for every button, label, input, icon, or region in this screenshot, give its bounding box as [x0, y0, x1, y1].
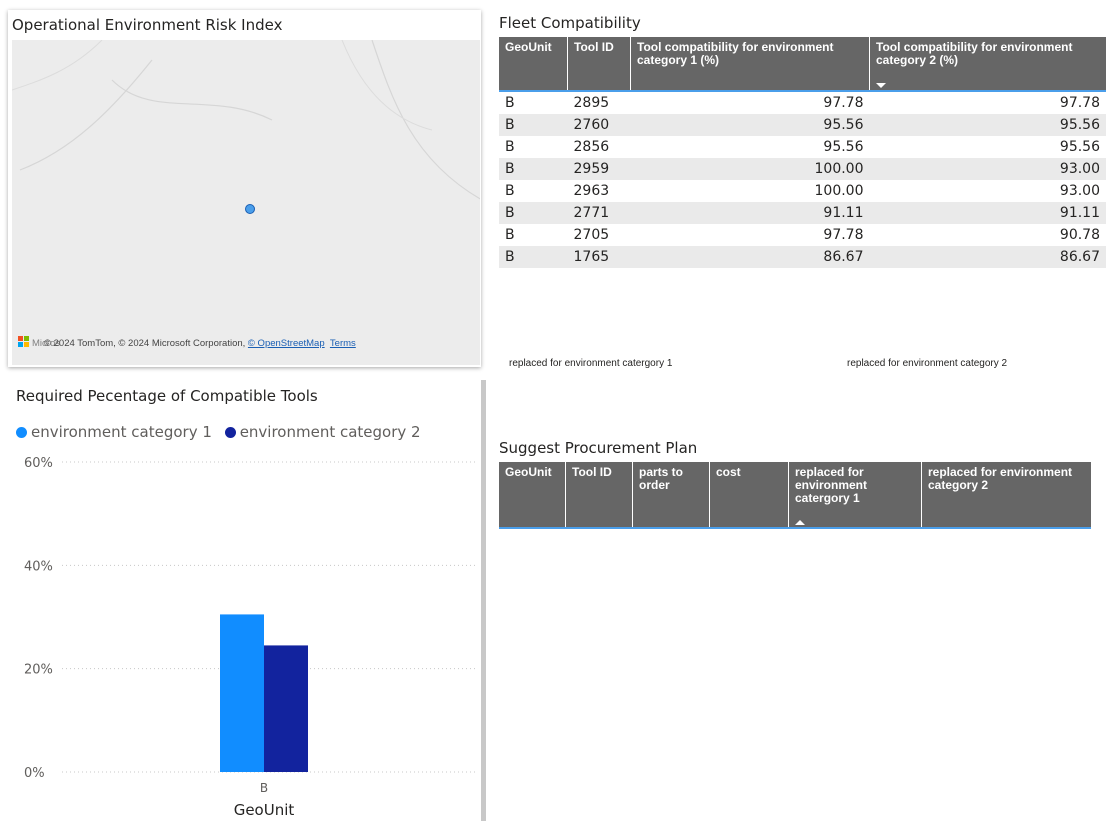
y-tick-label: 60%	[24, 456, 53, 471]
openstreetmap-link[interactable]: © OpenStreetMap	[248, 338, 325, 349]
cell-compat-cat1: 100.00	[630, 158, 870, 180]
cell-geounit: B	[499, 114, 568, 136]
cell-compat-cat1: 97.78	[823, 95, 864, 111]
cell-geounit: B	[499, 202, 568, 224]
legend-dot-icon	[16, 426, 27, 438]
cell-compat-cat2: 95.56	[1059, 139, 1100, 155]
column-header-tool-id[interactable]: Tool ID	[565, 462, 633, 528]
plan-title: Suggest Procurement Plan	[499, 439, 698, 457]
column-header-parts-to-order[interactable]: parts to order	[632, 462, 710, 528]
column-header-geounit[interactable]: GeoUnit	[499, 462, 566, 528]
cell-tool-id: 1765	[567, 246, 631, 268]
table-row[interactable]: B 2760 95.56 95.56	[499, 114, 1106, 136]
map-roads	[12, 40, 480, 200]
legend-dot-icon	[224, 426, 236, 438]
cell-tool-id: 2963	[573, 183, 610, 199]
bar-cat1[interactable]	[220, 614, 264, 772]
table-row[interactable]: B 2856 95.56 95.56	[499, 136, 1106, 158]
bar-cat2[interactable]	[264, 645, 308, 772]
fleet-compatibility-table[interactable]: GeoUnit Tool ID Tool compatibility for e…	[499, 37, 1106, 268]
y-tick-label: 0%	[24, 766, 45, 781]
microsoft-logo-icon	[18, 336, 30, 348]
visual-divider	[481, 380, 486, 821]
cell-compat-cat2: 90.78	[1059, 227, 1100, 243]
cell-geounit: B	[505, 95, 515, 111]
cell-compat-cat1: 100.00	[814, 183, 864, 199]
cell-compat-cat2: 93.00	[869, 158, 1106, 180]
cell-tool-id: 2895	[573, 95, 610, 111]
y-tick-label: 20%	[24, 663, 53, 678]
cell-tool-id: 2705	[573, 227, 610, 243]
cell-tool-id: 2959	[567, 158, 631, 180]
column-header-cost[interactable]: cost	[709, 462, 789, 528]
cell-geounit: B	[499, 246, 568, 268]
legend-item-cat1[interactable]: environment category 1	[16, 423, 212, 441]
x-axis-title: GeoUnit	[234, 801, 295, 819]
table-row[interactable]: B 1765 86.67 86.67	[499, 246, 1106, 268]
chart-legend[interactable]: environment category 1 environment categ…	[16, 423, 429, 442]
y-tick-label: 40%	[24, 559, 53, 574]
table-row[interactable]: B 2705 97.78 90.78	[499, 224, 1106, 246]
cell-compat-cat2: 91.11	[869, 202, 1106, 224]
cell-compat-cat1: 86.67	[630, 246, 870, 268]
x-tick-label: B	[260, 781, 268, 795]
table-row[interactable]: B 2895 97.78 97.78	[499, 91, 1106, 114]
column-header-geounit[interactable]: GeoUnit	[499, 37, 568, 91]
attribution-text: © 2024 TomTom, © 2024 Microsoft Corporat…	[44, 338, 248, 349]
map-visual[interactable]: Operational Environment Risk Index Micro…	[8, 10, 481, 367]
cell-compat-cat1: 97.78	[823, 227, 864, 243]
bar-chart-plot[interactable]: 0% 20% 40% 60% B GeoUnit	[0, 440, 480, 821]
cell-geounit: B	[505, 139, 515, 155]
map-title: Operational Environment Risk Index	[12, 16, 283, 34]
card-label-cat2: replaced for environment category 2	[847, 358, 1008, 369]
column-header-replaced-cat1[interactable]: replaced for environment catergory 1	[788, 462, 922, 528]
cell-compat-cat1: 95.56	[630, 114, 870, 136]
column-header-tool-id[interactable]: Tool ID	[567, 37, 631, 91]
column-header-compat-cat1[interactable]: Tool compatibility for environment categ…	[630, 37, 870, 91]
table-row[interactable]: B 2963 100.00 93.00	[499, 180, 1106, 202]
cell-tool-id: 2771	[567, 202, 631, 224]
cell-compat-cat2: 93.00	[1059, 183, 1100, 199]
table-row[interactable]: B 2959 100.00 93.00	[499, 158, 1106, 180]
cell-compat-cat1: 95.56	[823, 139, 864, 155]
map-canvas[interactable]: Micros © 2024 TomTom, © 2024 Microsoft C…	[12, 40, 480, 365]
column-header-compat-cat2[interactable]: Tool compatibility for environment categ…	[869, 37, 1106, 91]
cell-compat-cat2: 95.56	[869, 114, 1106, 136]
cell-geounit: B	[499, 158, 568, 180]
cell-tool-id: 2760	[567, 114, 631, 136]
cell-compat-cat2: 97.78	[1059, 95, 1100, 111]
chart-title: Required Pecentage of Compatible Tools	[16, 387, 318, 405]
cell-geounit: B	[505, 183, 515, 199]
legend-label: environment category 2	[239, 423, 421, 441]
fleet-title: Fleet Compatibility	[499, 14, 641, 32]
legend-item-cat2[interactable]: environment category 2	[224, 423, 421, 441]
legend-label: environment category 1	[31, 423, 212, 441]
procurement-plan-table[interactable]: GeoUnit Tool ID parts to order cost repl…	[499, 462, 1091, 529]
cell-compat-cat2: 86.67	[869, 246, 1106, 268]
column-header-replaced-cat2[interactable]: replaced for environment category 2	[921, 462, 1091, 528]
cell-geounit: B	[505, 227, 515, 243]
map-location-point[interactable]	[245, 204, 255, 214]
cell-compat-cat1: 91.11	[630, 202, 870, 224]
terms-link[interactable]: Terms	[330, 338, 356, 349]
table-row[interactable]: B 2771 91.11 91.11	[499, 202, 1106, 224]
card-label-cat1: replaced for environment catergory 1	[509, 358, 673, 369]
cell-tool-id: 2856	[573, 139, 610, 155]
